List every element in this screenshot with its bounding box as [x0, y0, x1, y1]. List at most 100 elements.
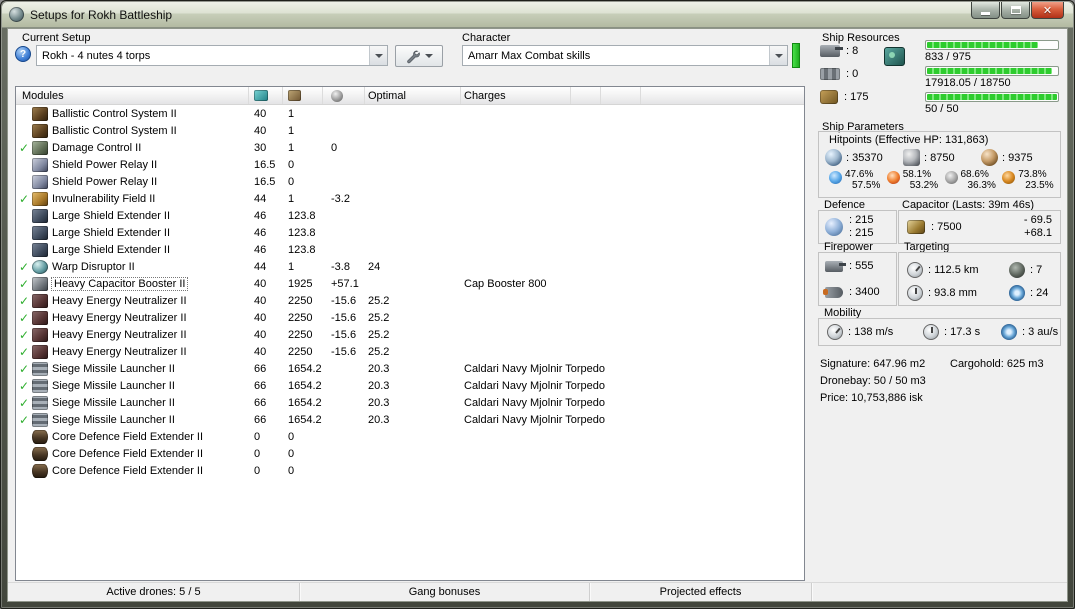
hitpoints-box: Hitpoints (Effective HP: 131,863) : 3537… [818, 131, 1061, 198]
module-name: Siege Missile Launcher II [52, 362, 175, 375]
module-row[interactable]: ✓ Invulnerability Field II 44 1 -3.2 [16, 190, 804, 207]
hitpoint-item: : 35370 [825, 149, 903, 166]
module-row[interactable]: Large Shield Extender II 46 123.8 [16, 207, 804, 224]
turret-firepower-icon [825, 260, 846, 272]
cpu-column-header[interactable] [249, 87, 283, 104]
setup-tools-button[interactable] [395, 45, 443, 67]
module-row[interactable]: ✓ Damage Control II 30 1 0 [16, 139, 804, 156]
module-row[interactable]: Core Defence Field Extender II 0 0 [16, 445, 804, 462]
signature-value: Signature: 647.96 m2 [820, 358, 926, 370]
module-name: Heavy Energy Neutralizer II [52, 294, 187, 307]
module-row[interactable]: Large Shield Extender II 46 123.8 [16, 224, 804, 241]
module-name-cell: ✓ Siege Missile Launcher II [16, 378, 249, 393]
thermal-damage-icon [886, 171, 900, 184]
module-active-check-icon: ✓ [19, 191, 30, 206]
module-powergrid-value: 1654.2 [288, 362, 322, 375]
armor-resist-value: 53.2% [909, 179, 939, 191]
module-optimal-value: 20.3 [368, 362, 390, 375]
module-name: Large Shield Extender II [52, 243, 171, 256]
mobility-box: : 138 m/s : 17.3 s : 3 au/s [818, 318, 1061, 346]
module-powergrid-value: 1 [288, 260, 295, 273]
defence-value-2: : 215 [849, 227, 874, 239]
titlebar[interactable]: Setups for Rokh Battleship [2, 2, 1073, 28]
module-name-cell: ✓ Invulnerability Field II [16, 191, 249, 206]
module-cap-value: -15.6 [331, 345, 357, 358]
active-drones-section[interactable]: Active drones: 5 / 5 [8, 583, 300, 601]
module-row[interactable]: ✓ Heavy Capacitor Booster II 40 1925 +57.1 Ca… [16, 275, 804, 292]
close-button[interactable] [1031, 2, 1064, 19]
module-row[interactable]: ✓ Siege Missile Launcher II 66 1654.2 20.3 Ca… [16, 411, 804, 428]
character-dropdown-arrow-icon[interactable] [769, 46, 787, 65]
gang-bonuses-section[interactable]: Gang bonuses [300, 583, 590, 601]
module-name-cell: Ballistic Control System II [16, 106, 249, 121]
character-combobox-value: Amarr Max Combat skills [468, 49, 591, 62]
missile-launcher-icon [32, 378, 48, 393]
module-row[interactable]: ✓ Heavy Energy Neutralizer II 40 2250 -15.6 2… [16, 343, 804, 360]
cargohold-value: Cargohold: 625 m3 [950, 358, 1044, 370]
character-combobox[interactable]: Amarr Max Combat skills [462, 45, 788, 66]
module-name: Heavy Capacitor Booster II [50, 276, 189, 291]
drone-bar-text: 50 / 50 [925, 103, 959, 115]
module-row[interactable]: ✓ Siege Missile Launcher II 66 1654.2 20.3 Ca… [16, 377, 804, 394]
powergrid-column-icon [288, 90, 301, 101]
projected-effects-section[interactable]: Projected effects [590, 583, 812, 601]
hitpoints-values: : 35370: 8750: 9375 [819, 146, 1060, 166]
hitpoint-value: : 35370 [846, 151, 883, 164]
module-row[interactable]: ✓ Warp Disruptor II 44 1 -3.8 24 [16, 258, 804, 275]
module-name: Large Shield Extender II [52, 209, 171, 222]
maximize-button[interactable] [1001, 2, 1030, 19]
module-powergrid-value: 123.8 [288, 243, 316, 256]
module-row[interactable]: ✓ Siege Missile Launcher II 66 1654.2 20.3 Ca… [16, 394, 804, 411]
module-row[interactable]: Core Defence Field Extender II 0 0 [16, 428, 804, 445]
module-row[interactable]: Ballistic Control System II 40 1 [16, 105, 804, 122]
module-cpu-value: 40 [254, 124, 267, 137]
turret-hardpoints-icon [820, 44, 843, 57]
module-cap-value: -15.6 [331, 311, 357, 324]
module-row[interactable]: ✓ Siege Missile Launcher II 66 1654.2 20.3 Ca… [16, 360, 804, 377]
module-row[interactable]: ✓ Heavy Energy Neutralizer II 40 2250 -15.6 2… [16, 309, 804, 326]
module-powergrid-value: 0 [288, 430, 295, 443]
module-name: Damage Control II [52, 141, 142, 154]
module-cpu-value: 66 [254, 362, 267, 375]
module-row[interactable]: ✓ Heavy Energy Neutralizer II 40 2250 -15.6 2… [16, 326, 804, 343]
module-powergrid-value: 2250 [288, 294, 313, 307]
module-row[interactable]: Shield Power Relay II 16.5 0 [16, 173, 804, 190]
minimize-button[interactable] [971, 2, 1000, 19]
extra-column-header[interactable] [571, 87, 601, 104]
defence-shield-icon [825, 218, 843, 236]
resource-slots: : 8: 0: 175 [820, 39, 868, 108]
setup-dropdown-arrow-icon[interactable] [369, 46, 387, 65]
energy-neutralizer-icon [32, 310, 48, 325]
armor-resist-value: 36.3% [967, 179, 996, 191]
price-value: Price: 10,753,886 isk [820, 392, 923, 404]
resource-slot-value: : 8 [846, 44, 859, 57]
optimal-column-header[interactable]: Optimal [365, 87, 461, 104]
resource-slot-value: : 0 [846, 67, 859, 80]
capacitor-column-header[interactable] [323, 87, 365, 104]
extra-column-header[interactable] [601, 87, 641, 104]
module-row[interactable]: Ballistic Control System II 40 1 [16, 122, 804, 139]
module-name: Core Defence Field Extender II [52, 430, 204, 443]
powergrid-bar-item: 17918.05 / 18750 [925, 66, 1061, 92]
charges-column-header[interactable]: Charges [461, 87, 571, 104]
current-setup-label: Current Setup [22, 32, 91, 44]
modules-column-header[interactable]: Modules [16, 87, 249, 104]
setup-combobox[interactable]: Rokh - 4 nutes 4 torps [36, 45, 388, 66]
max-targets-value: : 7 [1030, 263, 1043, 276]
module-powergrid-value: 1925 [288, 277, 313, 290]
module-cap-value: -3.2 [331, 192, 350, 205]
shield-resist-value: 68.6% [960, 169, 989, 180]
module-charge-value: Caldari Navy Mjolnir Torpedo [464, 379, 606, 392]
cpu-column-icon [254, 90, 268, 101]
align-time-value: : 17.3 s [944, 326, 981, 338]
rig-icon [32, 463, 48, 478]
module-row[interactable]: Core Defence Field Extender II 0 0 [16, 462, 804, 479]
module-active-check-icon: ✓ [19, 344, 30, 359]
help-icon[interactable] [15, 46, 31, 62]
module-row[interactable]: ✓ Heavy Energy Neutralizer II 40 2250 -15.6 2… [16, 292, 804, 309]
module-row[interactable]: Large Shield Extender II 46 123.8 [16, 241, 804, 258]
module-name-cell: Shield Power Relay II [16, 174, 249, 189]
powergrid-column-header[interactable] [283, 87, 323, 104]
module-row[interactable]: Shield Power Relay II 16.5 0 [16, 156, 804, 173]
app-icon [9, 7, 24, 22]
